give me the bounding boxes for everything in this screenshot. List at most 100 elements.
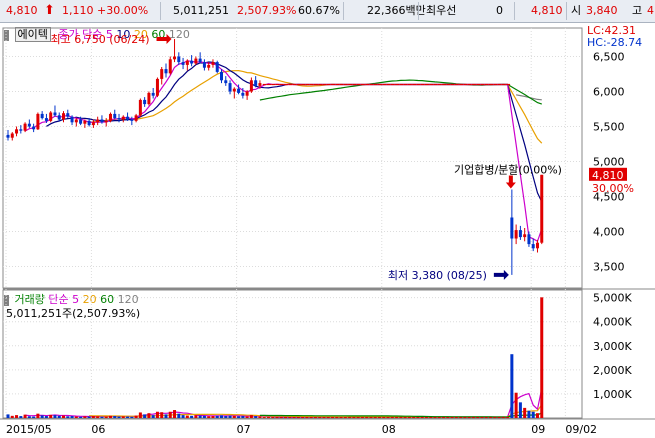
volume-bar xyxy=(194,415,198,418)
x-tick-label: 09/02 xyxy=(565,423,597,436)
candle xyxy=(245,91,249,96)
high-label: 고 xyxy=(632,4,643,17)
best-price: 4,810 xyxy=(531,4,563,17)
trading-amount: 22,366백만 xyxy=(367,4,426,17)
candle xyxy=(19,129,23,131)
volume-bar xyxy=(369,417,373,419)
volume-bar xyxy=(420,417,424,419)
candle xyxy=(49,112,53,121)
min-arrow-icon xyxy=(493,269,509,280)
volume-bar xyxy=(356,417,360,419)
candle xyxy=(198,58,202,63)
price-tick-label: 5,500 xyxy=(593,121,625,134)
candle xyxy=(531,244,535,249)
volume-bar xyxy=(442,417,446,419)
moving-averages xyxy=(24,60,543,418)
candle xyxy=(147,92,151,105)
candle xyxy=(232,88,236,92)
volume-bar xyxy=(288,417,292,419)
x-tick-label: 07 xyxy=(237,423,251,436)
volume-bar xyxy=(416,417,420,419)
candle xyxy=(53,112,57,116)
volume-bar xyxy=(463,417,467,419)
volume-bar xyxy=(373,417,377,419)
price-panel-frame xyxy=(2,27,583,289)
volume-bar xyxy=(87,416,91,418)
volume-bar xyxy=(395,417,399,419)
max-price-annotation: 최고 6,750 (06/24) xyxy=(51,33,150,46)
candle xyxy=(190,60,194,64)
volume-bar xyxy=(476,417,480,419)
candle xyxy=(32,126,36,130)
price-change: 1,110 xyxy=(62,4,94,17)
candle xyxy=(540,174,544,243)
candle xyxy=(126,116,130,120)
volume-ma5-line xyxy=(25,388,543,418)
open-label: 시 xyxy=(571,4,582,17)
candle xyxy=(121,116,125,120)
up-arrow-icon: ⬆ xyxy=(44,3,55,18)
volume-bar xyxy=(262,417,266,419)
preferred-value: 0 xyxy=(496,4,503,17)
candle xyxy=(228,83,232,92)
volume-bar xyxy=(266,417,270,419)
volume-bar xyxy=(331,417,335,419)
volume-bar xyxy=(390,417,394,419)
volume-bar xyxy=(318,417,322,419)
current-price: 4,810 xyxy=(6,4,38,17)
candle xyxy=(160,69,164,79)
candle xyxy=(79,119,83,124)
volume-bar xyxy=(506,417,510,419)
candle xyxy=(254,80,258,86)
volume-bar xyxy=(301,417,305,419)
volume-bar xyxy=(126,416,130,418)
volume-bar xyxy=(49,414,53,418)
candle xyxy=(194,58,198,64)
volume-bar xyxy=(36,413,40,418)
volume-bar xyxy=(83,416,87,418)
volume-bar xyxy=(211,416,215,418)
volume-bar xyxy=(365,417,369,419)
event-annotation: 기업합병/분할(0.00%) xyxy=(454,164,562,177)
volume-bar xyxy=(467,417,471,419)
volume-bar xyxy=(138,412,142,418)
volume-bar xyxy=(104,416,108,418)
volume-bar xyxy=(220,415,223,418)
volume-bar xyxy=(164,414,168,418)
candle xyxy=(220,71,223,81)
volume-bar xyxy=(134,415,138,418)
volume-panel-frame xyxy=(2,289,583,419)
volume-bar xyxy=(339,417,343,419)
event-arrow-icon xyxy=(505,175,516,189)
candle xyxy=(74,119,78,123)
volume-bar xyxy=(228,415,232,418)
x-tick-label: 2015/05 xyxy=(6,423,52,436)
volume-bar xyxy=(44,416,48,418)
volume-bar xyxy=(514,392,518,418)
x-tick-label: 06 xyxy=(91,423,105,436)
candle xyxy=(108,113,112,121)
volume-bar xyxy=(19,416,23,418)
volume-bar xyxy=(352,417,356,419)
volume-bar xyxy=(215,415,219,418)
volume-bar xyxy=(32,416,36,418)
volume-bar xyxy=(168,411,172,418)
candle xyxy=(177,56,181,63)
volume-bar xyxy=(377,417,381,419)
volume-bar xyxy=(518,402,522,418)
volume-bar xyxy=(143,414,147,418)
candle xyxy=(215,62,219,72)
volume-bar xyxy=(70,416,74,418)
volume-bar xyxy=(275,417,279,419)
high-value: 4 xyxy=(647,4,654,17)
volume-tick-label: 4,000K xyxy=(593,316,632,329)
stock-chart[interactable]: 6,5006,0005,5005,0004,5004,0003,5005,000… xyxy=(0,22,655,438)
volume-bars xyxy=(6,297,544,419)
candle xyxy=(258,83,262,86)
volume-bar xyxy=(407,417,411,419)
volume-bar xyxy=(437,417,441,419)
volume-bar xyxy=(271,417,275,419)
x-tick-label: 09 xyxy=(531,423,545,436)
candle xyxy=(143,99,147,105)
volume-bar xyxy=(6,414,10,418)
